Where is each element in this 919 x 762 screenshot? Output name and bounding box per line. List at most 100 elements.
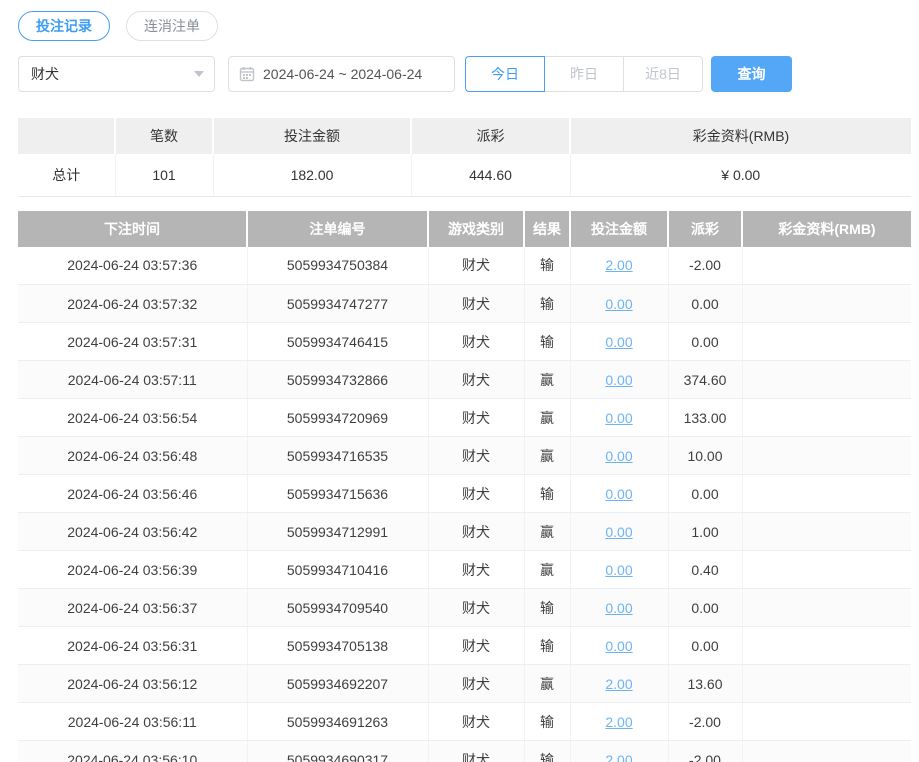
bet-column-header: 下注时间 xyxy=(18,211,247,247)
order-number: 5059934720969 xyxy=(247,399,428,437)
bet-amount: 0.00 xyxy=(570,475,668,513)
bet-amount-link[interactable]: 0.00 xyxy=(605,296,632,312)
bet-amount-link[interactable]: 2.00 xyxy=(605,257,632,273)
bet-amount-link[interactable]: 0.00 xyxy=(605,372,632,388)
bet-column-header: 结果 xyxy=(524,211,570,247)
game-type: 财犬 xyxy=(428,361,524,399)
bonus-info xyxy=(742,627,911,665)
game-type: 财犬 xyxy=(428,513,524,551)
table-row: 2024-06-24 03:56:125059934692207财犬赢2.001… xyxy=(18,665,911,703)
record-type-tabs: 投注记录 连消注单 xyxy=(18,10,911,42)
summary-column-header xyxy=(18,118,115,154)
order-number: 5059934746415 xyxy=(247,323,428,361)
bonus-info xyxy=(742,399,911,437)
bet-amount-link[interactable]: 2.00 xyxy=(605,752,632,762)
game-select[interactable]: 财犬 xyxy=(18,56,215,92)
bonus-info xyxy=(742,703,911,741)
table-row: 2024-06-24 03:56:395059934710416财犬赢0.000… xyxy=(18,551,911,589)
tab-betting-records[interactable]: 投注记录 xyxy=(18,11,110,42)
bet-amount: 0.00 xyxy=(570,285,668,323)
payout: -2.00 xyxy=(668,703,742,741)
table-row: 2024-06-24 03:56:115059934691263财犬输2.00-… xyxy=(18,703,911,741)
summary-column-header: 投注金额 xyxy=(213,118,411,154)
table-row: 2024-06-24 03:56:485059934716535财犬赢0.001… xyxy=(18,437,911,475)
bet-amount: 0.00 xyxy=(570,551,668,589)
game-type: 财犬 xyxy=(428,589,524,627)
table-row: 2024-06-24 03:56:425059934712991财犬赢0.001… xyxy=(18,513,911,551)
bet-amount: 2.00 xyxy=(570,247,668,285)
payout: 13.60 xyxy=(668,665,742,703)
summary-cell: 444.60 xyxy=(411,154,570,196)
payout: 0.00 xyxy=(668,627,742,665)
order-number: 5059934747277 xyxy=(247,285,428,323)
bet-time: 2024-06-24 03:56:48 xyxy=(18,437,247,475)
result: 输 xyxy=(524,475,570,513)
yesterday-button[interactable]: 昨日 xyxy=(544,56,624,92)
order-number: 5059934732866 xyxy=(247,361,428,399)
today-button[interactable]: 今日 xyxy=(465,56,545,92)
bet-time: 2024-06-24 03:56:46 xyxy=(18,475,247,513)
order-number: 5059934705138 xyxy=(247,627,428,665)
bet-amount: 0.00 xyxy=(570,323,668,361)
bet-amount-link[interactable]: 0.00 xyxy=(605,638,632,654)
bet-amount: 0.00 xyxy=(570,627,668,665)
game-type: 财犬 xyxy=(428,285,524,323)
bonus-info xyxy=(742,513,911,551)
last-8-days-button[interactable]: 近8日 xyxy=(623,56,703,92)
summary-cell: 182.00 xyxy=(213,154,411,196)
bonus-info xyxy=(742,665,911,703)
bet-amount: 0.00 xyxy=(570,361,668,399)
game-type: 财犬 xyxy=(428,551,524,589)
order-number: 5059934690317 xyxy=(247,741,428,762)
bet-amount-link[interactable]: 0.00 xyxy=(605,562,632,578)
bet-time: 2024-06-24 03:57:31 xyxy=(18,323,247,361)
summary-table: 笔数投注金额派彩彩金资料(RMB) 总计101182.00444.60¥ 0.0… xyxy=(18,118,911,197)
order-number: 5059934715636 xyxy=(247,475,428,513)
payout: -2.00 xyxy=(668,247,742,285)
table-row: 2024-06-24 03:57:115059934732866财犬赢0.003… xyxy=(18,361,911,399)
payout: -2.00 xyxy=(668,741,742,762)
bet-amount: 0.00 xyxy=(570,437,668,475)
bet-column-header: 彩金资料(RMB) xyxy=(742,211,911,247)
bet-amount-link[interactable]: 0.00 xyxy=(605,486,632,502)
payout: 0.00 xyxy=(668,323,742,361)
bet-amount-link[interactable]: 2.00 xyxy=(605,714,632,730)
bet-amount-link[interactable]: 0.00 xyxy=(605,600,632,616)
order-number: 5059934716535 xyxy=(247,437,428,475)
table-row: 2024-06-24 03:56:545059934720969财犬赢0.001… xyxy=(18,399,911,437)
bonus-info xyxy=(742,323,911,361)
bet-records-table: 下注时间注单编号游戏类别结果投注金额派彩彩金资料(RMB) 2024-06-24… xyxy=(18,211,911,762)
order-number: 5059934712991 xyxy=(247,513,428,551)
table-row: 2024-06-24 03:56:315059934705138财犬输0.000… xyxy=(18,627,911,665)
bet-time: 2024-06-24 03:56:12 xyxy=(18,665,247,703)
betting-records-page: 投注记录 连消注单 财犬 2024-06-24 ~ 2024-06-24 今日 … xyxy=(18,10,911,762)
summary-cell: 总计 xyxy=(18,154,115,196)
bet-table-body: 2024-06-24 03:57:365059934750384财犬输2.00-… xyxy=(18,247,911,762)
order-number: 5059934691263 xyxy=(247,703,428,741)
game-type: 财犬 xyxy=(428,627,524,665)
summary-column-header: 彩金资料(RMB) xyxy=(570,118,911,154)
bet-amount: 2.00 xyxy=(570,703,668,741)
tab-cancelled-orders[interactable]: 连消注单 xyxy=(126,11,218,42)
chevron-down-icon xyxy=(194,71,204,77)
game-type: 财犬 xyxy=(428,399,524,437)
bet-amount-link[interactable]: 0.00 xyxy=(605,448,632,464)
bet-amount-link[interactable]: 0.00 xyxy=(605,524,632,540)
date-range-picker[interactable]: 2024-06-24 ~ 2024-06-24 xyxy=(228,56,455,92)
quick-date-button-group: 今日 昨日 近8日 xyxy=(465,56,703,92)
bonus-info xyxy=(742,247,911,285)
payout: 0.00 xyxy=(668,475,742,513)
table-row: 2024-06-24 03:57:365059934750384财犬输2.00-… xyxy=(18,247,911,285)
bet-time: 2024-06-24 03:57:36 xyxy=(18,247,247,285)
query-button[interactable]: 查询 xyxy=(711,56,792,92)
bet-amount-link[interactable]: 2.00 xyxy=(605,676,632,692)
table-row: 2024-06-24 03:57:315059934746415财犬输0.000… xyxy=(18,323,911,361)
table-row: 2024-06-24 03:57:325059934747277财犬输0.000… xyxy=(18,285,911,323)
bet-amount: 0.00 xyxy=(570,589,668,627)
result: 赢 xyxy=(524,513,570,551)
bet-amount-link[interactable]: 0.00 xyxy=(605,410,632,426)
calendar-icon xyxy=(239,66,255,82)
table-row: 2024-06-24 03:56:105059934690317财犬输2.00-… xyxy=(18,741,911,762)
bet-amount-link[interactable]: 0.00 xyxy=(605,334,632,350)
game-type: 财犬 xyxy=(428,247,524,285)
